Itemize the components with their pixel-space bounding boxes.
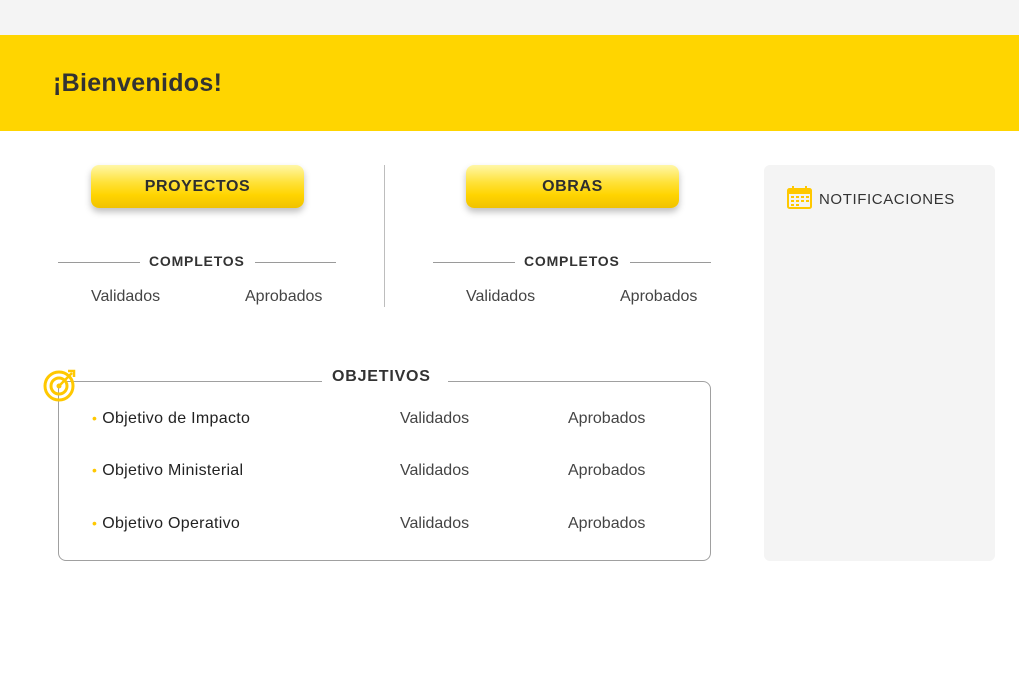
column-divider xyxy=(384,165,385,307)
objetivo-ministerial-validados-link[interactable]: Validados xyxy=(400,462,469,480)
target-icon xyxy=(43,369,76,402)
objetivo-impacto-validados-link[interactable]: Validados xyxy=(400,410,469,428)
notifications-panel xyxy=(764,165,995,561)
obras-button[interactable]: OBRAS xyxy=(466,165,679,208)
bullet-icon: • xyxy=(92,410,98,426)
objetivo-impacto-text: Objetivo de Impacto xyxy=(102,410,251,427)
proyectos-divider-right xyxy=(255,262,336,263)
objetivo-operativo-validados-link[interactable]: Validados xyxy=(400,515,469,533)
objetivo-operativo-aprobados-link[interactable]: Aprobados xyxy=(568,515,645,533)
welcome-title: ¡Bienvenidos! xyxy=(53,69,223,97)
proyectos-button[interactable]: PROYECTOS xyxy=(91,165,304,208)
bullet-icon: • xyxy=(92,462,98,478)
proyectos-aprobados-link[interactable]: Aprobados xyxy=(245,288,322,306)
proyectos-validados-link[interactable]: Validados xyxy=(91,288,160,306)
obras-completos-title: COMPLETOS xyxy=(524,253,620,269)
objetivo-ministerial-aprobados-link[interactable]: Aprobados xyxy=(568,462,645,480)
objetivos-title-line xyxy=(82,381,322,382)
obras-divider-left xyxy=(433,262,515,263)
obras-aprobados-link[interactable]: Aprobados xyxy=(620,288,697,306)
objetivo-impacto-aprobados-link[interactable]: Aprobados xyxy=(568,410,645,428)
objetivo-ministerial-label: • Objetivo Ministerial xyxy=(92,462,243,480)
objetivo-ministerial-text: Objetivo Ministerial xyxy=(102,462,244,479)
proyectos-divider-left xyxy=(58,262,140,263)
welcome-banner: ¡Bienvenidos! xyxy=(0,35,1019,131)
calendar-icon xyxy=(787,186,812,209)
objetivo-operativo-text: Objetivo Operativo xyxy=(102,515,241,532)
objetivo-operativo-label: • Objetivo Operativo xyxy=(92,515,240,533)
obras-validados-link[interactable]: Validados xyxy=(466,288,535,306)
proyectos-completos-title: COMPLETOS xyxy=(149,253,245,269)
objetivo-impacto-label: • Objetivo de Impacto xyxy=(92,410,250,428)
obras-divider-right xyxy=(630,262,711,263)
bullet-icon: • xyxy=(92,515,98,531)
notifications-title: NOTIFICACIONES xyxy=(819,191,955,208)
objetivos-title: OBJETIVOS xyxy=(332,368,431,385)
top-bar xyxy=(0,0,1019,35)
